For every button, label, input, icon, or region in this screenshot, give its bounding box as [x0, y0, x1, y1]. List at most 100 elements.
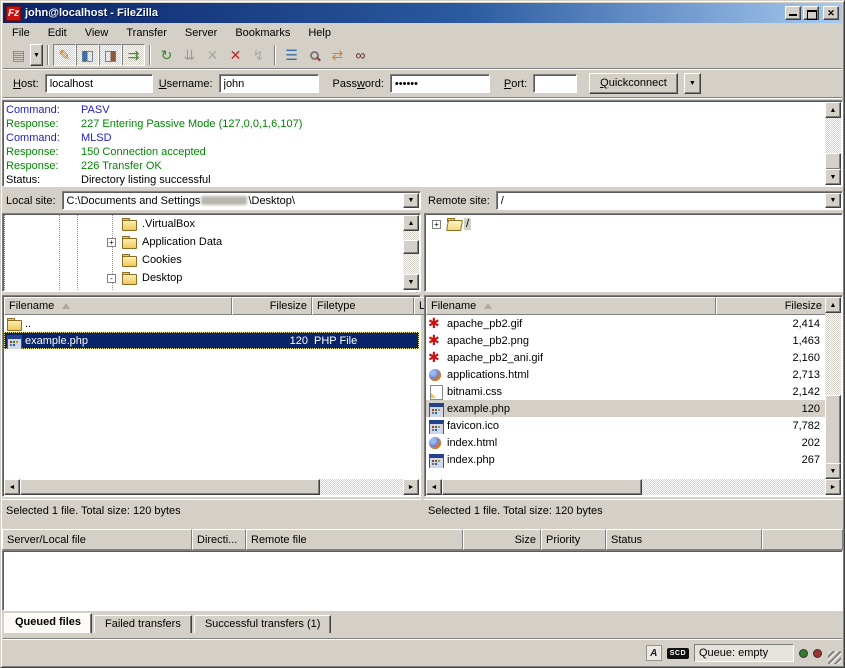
- menu-item-help[interactable]: Help: [299, 25, 340, 41]
- tab-failed-transfers[interactable]: Failed transfers: [94, 615, 192, 633]
- scroll-left-button[interactable]: ◄: [426, 479, 442, 495]
- tree-item-root[interactable]: +/: [426, 215, 841, 233]
- file-row-favicon-ico[interactable]: favicon.ico7,782: [426, 417, 825, 434]
- queue-column-server-local-file[interactable]: Server/Local file: [2, 529, 192, 550]
- username-input[interactable]: [219, 74, 319, 93]
- scroll-thumb[interactable]: [442, 479, 642, 495]
- tree-expander-icon[interactable]: +: [107, 238, 116, 247]
- tree-item-desktop[interactable]: -Desktop: [4, 269, 419, 287]
- red-led-icon: [813, 649, 822, 658]
- file-row-index-html[interactable]: index.html202: [426, 434, 825, 451]
- toggle-local-tree-button[interactable]: ◧: [76, 44, 99, 66]
- host-input[interactable]: [45, 74, 153, 93]
- scroll-up-button[interactable]: ▲: [403, 215, 419, 231]
- toggle-message-log-button[interactable]: ✎: [53, 44, 76, 66]
- scroll-down-button[interactable]: ▼: [825, 169, 841, 185]
- scroll-up-button[interactable]: ▲: [825, 102, 841, 118]
- menu-item-transfer[interactable]: Transfer: [117, 25, 176, 41]
- tree-item-application-data[interactable]: +Application Data: [4, 233, 419, 251]
- scroll-thumb[interactable]: [403, 240, 419, 254]
- queue-column-priority[interactable]: Priority: [541, 529, 606, 550]
- file-row-apache_pb2_ani-gif[interactable]: apache_pb2_ani.gif2,160: [426, 349, 825, 366]
- remote-vertical-scrollbar[interactable]: ▲ ▼: [825, 297, 841, 479]
- queue-column-size[interactable]: Size: [463, 529, 541, 550]
- queue-column-directi-[interactable]: Directi...: [192, 529, 246, 550]
- file-row--[interactable]: ..: [4, 315, 419, 332]
- queue-column-status[interactable]: Status: [606, 529, 762, 550]
- title-bar[interactable]: Fz john@localhost - FileZilla: [3, 3, 842, 23]
- tree-item-cookies[interactable]: Cookies: [4, 251, 419, 269]
- queue-column-remote-file[interactable]: Remote file: [246, 529, 463, 550]
- scroll-down-button[interactable]: ▼: [825, 463, 841, 479]
- close-button[interactable]: [823, 6, 839, 20]
- site-manager-button[interactable]: ▤: [7, 44, 30, 66]
- tab-queued-files[interactable]: Queued files: [4, 613, 92, 633]
- queue-column-blank[interactable]: [762, 529, 843, 550]
- file-row-apache_pb2-gif[interactable]: apache_pb2.gif2,414: [426, 315, 825, 332]
- local-site-combo[interactable]: C:\Documents and Settings\Desktop\ ▼: [62, 191, 421, 210]
- menu-item-file[interactable]: File: [3, 25, 39, 41]
- menu-item-edit[interactable]: Edit: [39, 25, 76, 41]
- menu-item-bookmarks[interactable]: Bookmarks: [226, 25, 299, 41]
- file-row-applications-html[interactable]: applications.html2,713: [426, 366, 825, 383]
- file-row-example-php[interactable]: example.php120PHP File1: [4, 332, 419, 349]
- scroll-up-button[interactable]: ▲: [825, 297, 841, 313]
- disconnect-button[interactable]: ✕: [224, 44, 247, 66]
- filename-cell: bitnami.css: [426, 383, 716, 400]
- scd-badge-icon[interactable]: SCD: [667, 648, 689, 659]
- password-input[interactable]: [390, 74, 490, 93]
- synchronized-browsing-button[interactable]: ⇄: [326, 44, 349, 66]
- tree-item--virtualbox[interactable]: .VirtualBox: [4, 215, 419, 233]
- local-tree-vertical-scrollbar[interactable]: ▲ ▼: [403, 215, 419, 290]
- scroll-thumb[interactable]: [825, 153, 841, 170]
- remote-pane: Remote site: / ▼ +/ FilenameFilesize apa…: [424, 190, 843, 211]
- reconnect-icon: ↯: [253, 47, 265, 63]
- tree-expander-icon[interactable]: +: [432, 220, 441, 229]
- scroll-right-button[interactable]: ►: [825, 479, 841, 495]
- scroll-right-button[interactable]: ►: [403, 479, 419, 495]
- find-files-button[interactable]: ∞: [349, 44, 372, 66]
- directory-comparison-button[interactable]: [303, 44, 326, 66]
- transfer-queue: Server/Local fileDirecti...Remote fileSi…: [2, 529, 843, 547]
- remote-site-dropdown-button[interactable]: ▼: [825, 193, 841, 208]
- log-vertical-scrollbar[interactable]: ▲ ▼: [825, 102, 841, 185]
- port-input[interactable]: [533, 74, 577, 93]
- column-header-filesize[interactable]: Filesize: [232, 297, 312, 315]
- file-row-example-php[interactable]: example.php120: [426, 400, 825, 417]
- quickconnect-button[interactable]: Quickconnect: [589, 73, 678, 94]
- filesize-cell: 2,713: [716, 366, 824, 383]
- scroll-left-button[interactable]: ◄: [4, 479, 20, 495]
- remote-horizontal-scrollbar[interactable]: ◄ ►: [426, 479, 841, 495]
- tab-successful-transfers-1-[interactable]: Successful transfers (1): [194, 615, 332, 633]
- site-manager-icon: ▤: [12, 47, 25, 63]
- menu-item-server[interactable]: Server: [176, 25, 226, 41]
- remote-site-combo[interactable]: / ▼: [496, 191, 843, 210]
- html-file-icon: [428, 436, 444, 450]
- site-manager-dropdown-button[interactable]: ▼: [30, 44, 43, 66]
- refresh-button[interactable]: ↻: [155, 44, 178, 66]
- column-header-filename[interactable]: Filename: [4, 297, 232, 315]
- resize-grip[interactable]: [828, 651, 841, 664]
- file-row-apache_pb2-png[interactable]: apache_pb2.png1,463: [426, 332, 825, 349]
- scroll-thumb[interactable]: [825, 395, 841, 465]
- scroll-down-button[interactable]: ▼: [403, 274, 419, 290]
- scroll-thumb[interactable]: [20, 479, 320, 495]
- menu-item-view[interactable]: View: [76, 25, 118, 41]
- file-row-index-php[interactable]: index.php267: [426, 451, 825, 468]
- datatype-indicator-icon[interactable]: A: [646, 645, 662, 661]
- column-header-filesize[interactable]: Filesize: [716, 297, 827, 315]
- toggle-remote-tree-button[interactable]: ◨: [99, 44, 122, 66]
- toggle-transfer-queue-button[interactable]: ⇉: [122, 44, 145, 66]
- local-horizontal-scrollbar[interactable]: ◄ ►: [4, 479, 419, 495]
- local-site-dropdown-button[interactable]: ▼: [403, 193, 419, 208]
- minimize-button[interactable]: [785, 6, 801, 20]
- column-header-filename[interactable]: Filename: [426, 297, 716, 315]
- filename-filters-button[interactable]: ☰: [280, 44, 303, 66]
- tree-expander-icon[interactable]: -: [107, 274, 116, 283]
- maximize-button[interactable]: [803, 6, 819, 20]
- remote-site-label: Remote site:: [424, 195, 496, 207]
- modified-cell: 1: [414, 332, 419, 349]
- column-header-filetype[interactable]: Filetype: [312, 297, 414, 315]
- file-row-bitnami-css[interactable]: bitnami.css2,142: [426, 383, 825, 400]
- quickconnect-dropdown-button[interactable]: ▼: [684, 73, 701, 94]
